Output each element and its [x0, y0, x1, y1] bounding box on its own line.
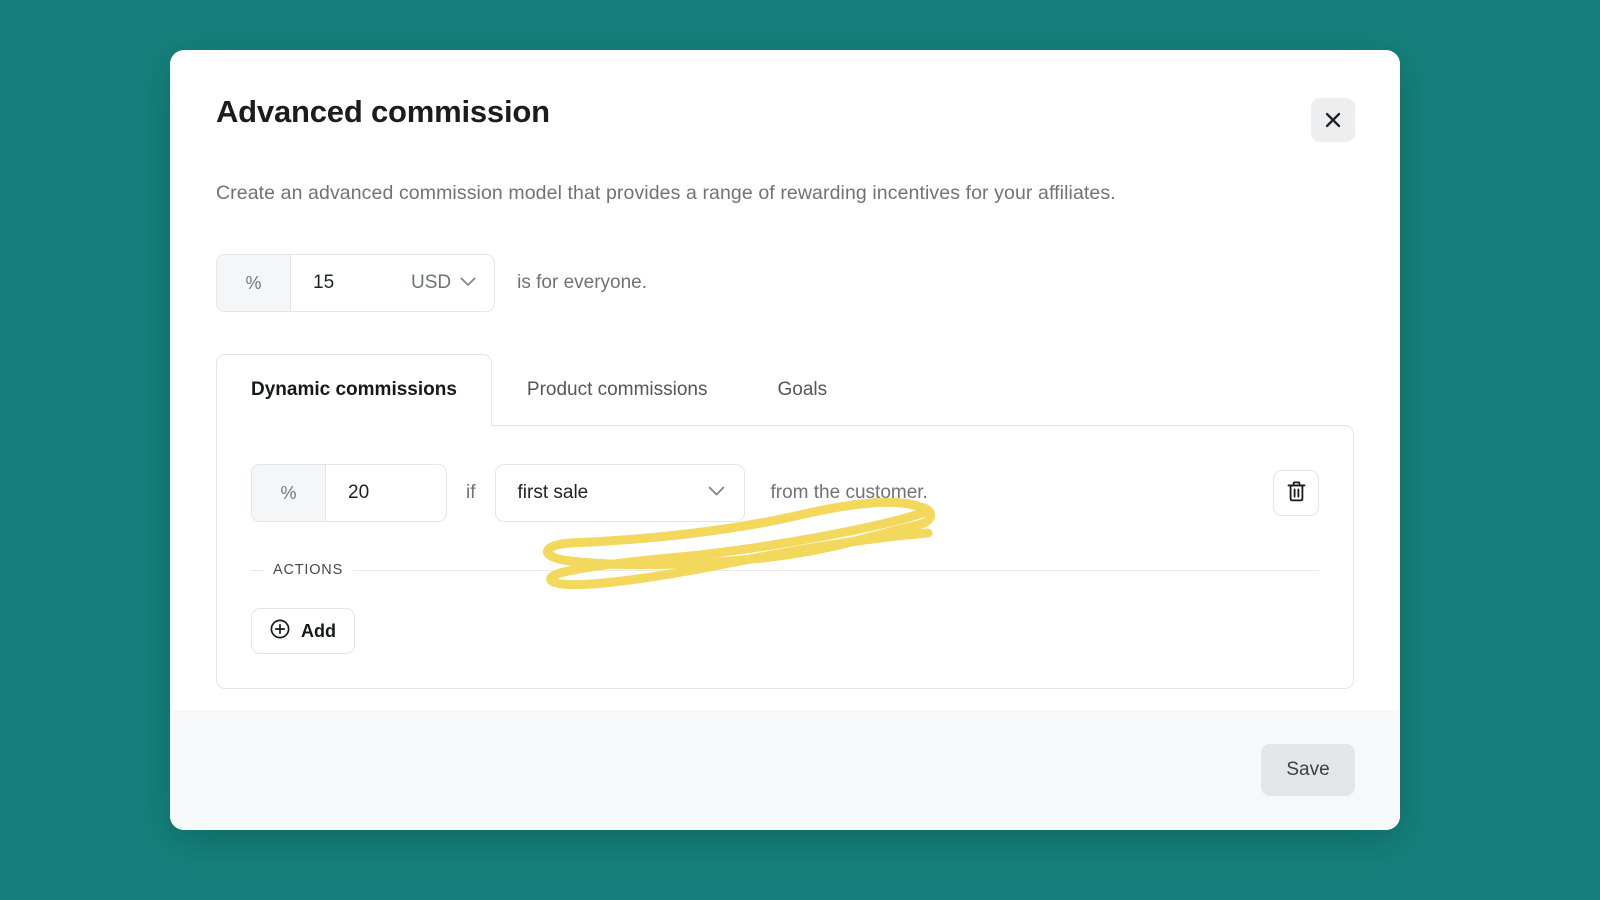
rule-sentence-tail: from the customer. [770, 482, 928, 503]
rule-rate-input[interactable] [326, 465, 446, 521]
tab-product-commissions[interactable]: Product commissions [492, 353, 743, 425]
trash-icon [1287, 481, 1306, 505]
advanced-commission-modal: Advanced commission Create an advanced c… [170, 50, 1400, 830]
commission-tabs: Dynamic commissions Product commissions … [216, 353, 1354, 689]
chevron-down-icon [708, 484, 725, 502]
base-rate-field: % USD [216, 254, 496, 312]
rule-condition-label: if [466, 482, 476, 503]
close-icon [1324, 111, 1342, 129]
save-button[interactable]: Save [1261, 744, 1355, 796]
rule-unit-toggle[interactable]: % [252, 465, 326, 521]
actions-section-label: ACTIONS [273, 562, 344, 578]
rule-rate-field: % [251, 464, 447, 522]
tab-dynamic-commissions[interactable]: Dynamic commissions [216, 354, 492, 426]
modal-header: Advanced commission [170, 50, 1400, 166]
base-rate-row: % USD is for everyone. [216, 254, 647, 312]
chevron-down-icon [460, 274, 476, 292]
tab-goals[interactable]: Goals [742, 353, 862, 425]
divider-line [353, 569, 1319, 571]
close-button[interactable] [1311, 98, 1355, 142]
divider-stub [251, 569, 263, 571]
currency-label: USD [411, 272, 452, 293]
add-action-button[interactable]: Add [251, 608, 355, 654]
tab-panel-dynamic-commissions: % if first sale from the customer. [216, 425, 1354, 689]
actions-divider: ACTIONS [251, 562, 1319, 578]
plus-circle-icon [270, 619, 290, 644]
add-action-label: Add [301, 620, 336, 641]
modal-footer: Save [170, 710, 1400, 830]
currency-select[interactable]: USD [411, 255, 494, 311]
delete-rule-button[interactable] [1273, 470, 1319, 516]
rule-condition-value: first sale [517, 482, 589, 503]
base-rate-input[interactable] [291, 255, 411, 311]
base-rate-unit-toggle[interactable]: % [217, 255, 291, 311]
dynamic-commission-rule-row: % if first sale from the customer. [251, 464, 1319, 522]
modal-subtitle: Create an advanced commission model that… [216, 182, 1116, 204]
page-title: Advanced commission [216, 94, 550, 129]
tab-strip: Dynamic commissions Product commissions … [216, 353, 1354, 426]
base-rate-sentence-tail: is for everyone. [517, 272, 648, 293]
rule-condition-select[interactable]: first sale [494, 464, 745, 522]
